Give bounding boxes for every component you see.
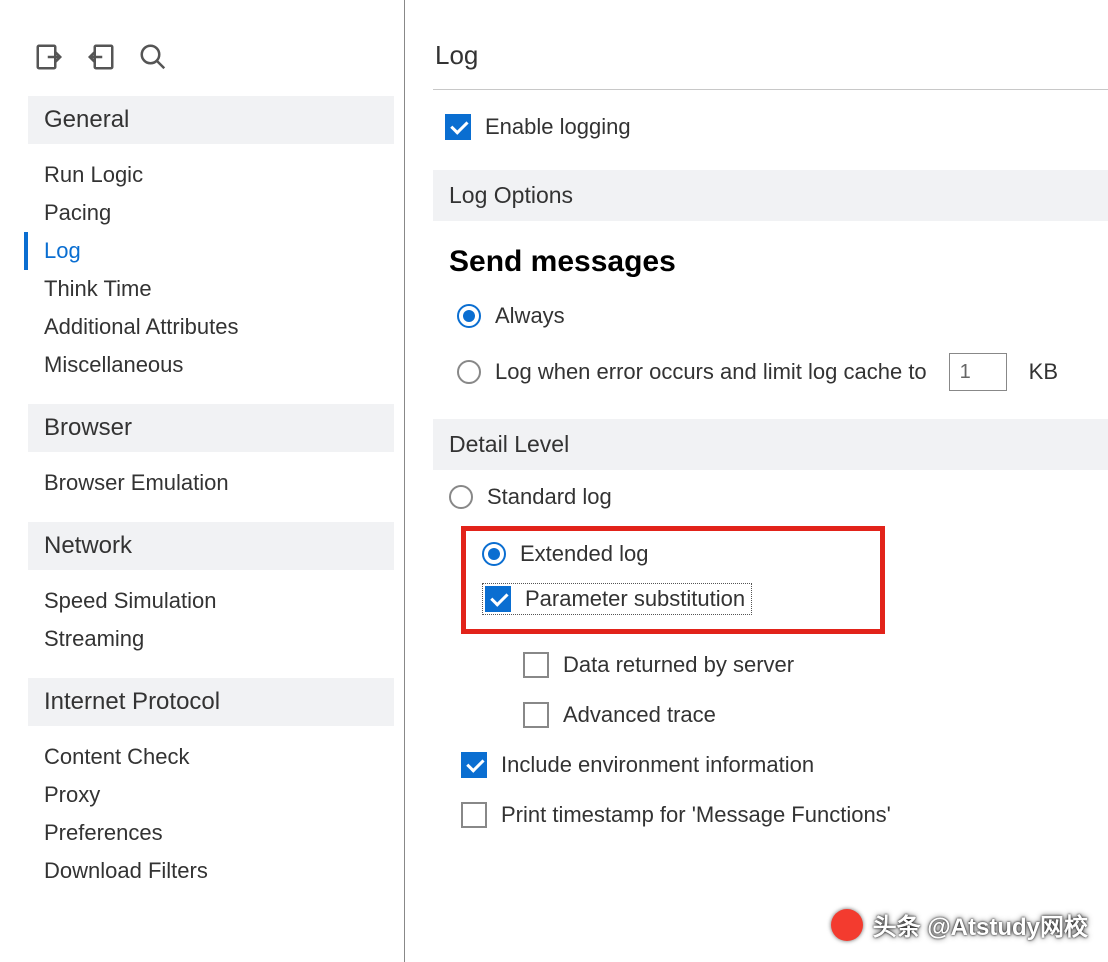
label-include-env: Include environment information [501, 752, 814, 778]
radio-always-label: Always [495, 303, 565, 329]
nav-streaming[interactable]: Streaming [44, 620, 394, 658]
nav-content-check[interactable]: Content Check [44, 738, 394, 776]
main-panel: Log Enable logging Log Options Send mess… [405, 0, 1108, 962]
option-advanced-trace: Advanced trace [449, 690, 1108, 740]
section-header-general[interactable]: General [28, 96, 394, 144]
log-cache-input[interactable] [949, 353, 1007, 391]
send-messages-title: Send messages [433, 221, 1108, 289]
nav-proxy[interactable]: Proxy [44, 776, 394, 814]
enable-logging-checkbox[interactable] [445, 114, 471, 140]
param-sub-focus: Parameter substitution [482, 583, 752, 615]
option-log-on-error: Log when error occurs and limit log cach… [457, 341, 1108, 403]
radio-extended-log-label: Extended log [520, 541, 648, 567]
enable-logging-row: Enable logging [433, 90, 1108, 164]
nav-items-ip: Content Check Proxy Preferences Download… [28, 738, 394, 904]
checkbox-include-env[interactable] [461, 752, 487, 778]
checkbox-advanced-trace[interactable] [523, 702, 549, 728]
label-data-returned: Data returned by server [563, 652, 794, 678]
send-messages-options: Always Log when error occurs and limit l… [433, 289, 1108, 413]
checkbox-data-returned[interactable] [523, 652, 549, 678]
option-parameter-substitution: Parameter substitution [482, 575, 874, 623]
search-icon[interactable] [138, 42, 168, 72]
nav-download-filters[interactable]: Download Filters [44, 852, 394, 890]
option-data-returned: Data returned by server [449, 640, 1108, 690]
label-print-timestamp: Print timestamp for 'Message Functions' [501, 802, 891, 828]
nav-additional-attributes[interactable]: Additional Attributes [44, 308, 394, 346]
nav-speed-simulation[interactable]: Speed Simulation [44, 582, 394, 620]
label-parameter-substitution: Parameter substitution [525, 586, 745, 612]
nav-items-network: Speed Simulation Streaming [28, 582, 394, 672]
option-extended-log: Extended log [482, 533, 874, 575]
import-icon[interactable] [86, 42, 116, 72]
sidebar: General Run Logic Pacing Log Think Time … [0, 0, 405, 962]
radio-log-on-error-label: Log when error occurs and limit log cach… [495, 359, 927, 385]
option-include-env: Include environment information [449, 740, 1108, 790]
option-standard-log: Standard log [449, 472, 1108, 522]
nav-items-general: Run Logic Pacing Log Think Time Addition… [28, 156, 394, 398]
section-header-network[interactable]: Network [28, 522, 394, 570]
option-always: Always [457, 291, 1108, 341]
group-log-options: Log Options [433, 170, 1108, 221]
export-icon[interactable] [34, 42, 64, 72]
radio-log-on-error[interactable] [457, 360, 481, 384]
radio-standard-log-label: Standard log [487, 484, 612, 510]
page-title: Log [433, 40, 1108, 90]
option-print-timestamp: Print timestamp for 'Message Functions' [449, 790, 1108, 840]
nav-items-browser: Browser Emulation [28, 464, 394, 516]
radio-extended-log[interactable] [482, 542, 506, 566]
radio-always[interactable] [457, 304, 481, 328]
nav-pacing[interactable]: Pacing [44, 194, 394, 232]
detail-level-options: Standard log Extended log Parameter subs… [433, 470, 1108, 850]
sidebar-toolbar [28, 40, 394, 90]
nav-think-time[interactable]: Think Time [44, 270, 394, 308]
radio-standard-log[interactable] [449, 485, 473, 509]
nav-miscellaneous[interactable]: Miscellaneous [44, 346, 394, 384]
log-cache-unit: KB [1029, 359, 1058, 385]
nav-preferences[interactable]: Preferences [44, 814, 394, 852]
enable-logging-label: Enable logging [485, 114, 631, 140]
checkbox-parameter-substitution[interactable] [485, 586, 511, 612]
section-header-browser[interactable]: Browser [28, 404, 394, 452]
nav-run-logic[interactable]: Run Logic [44, 156, 394, 194]
group-detail-level: Detail Level [433, 419, 1108, 470]
checkbox-print-timestamp[interactable] [461, 802, 487, 828]
nav-log[interactable]: Log [24, 232, 394, 270]
nav-browser-emulation[interactable]: Browser Emulation [44, 464, 394, 502]
extended-log-highlight: Extended log Parameter substitution [461, 526, 885, 634]
section-header-internet-protocol[interactable]: Internet Protocol [28, 678, 394, 726]
label-advanced-trace: Advanced trace [563, 702, 716, 728]
